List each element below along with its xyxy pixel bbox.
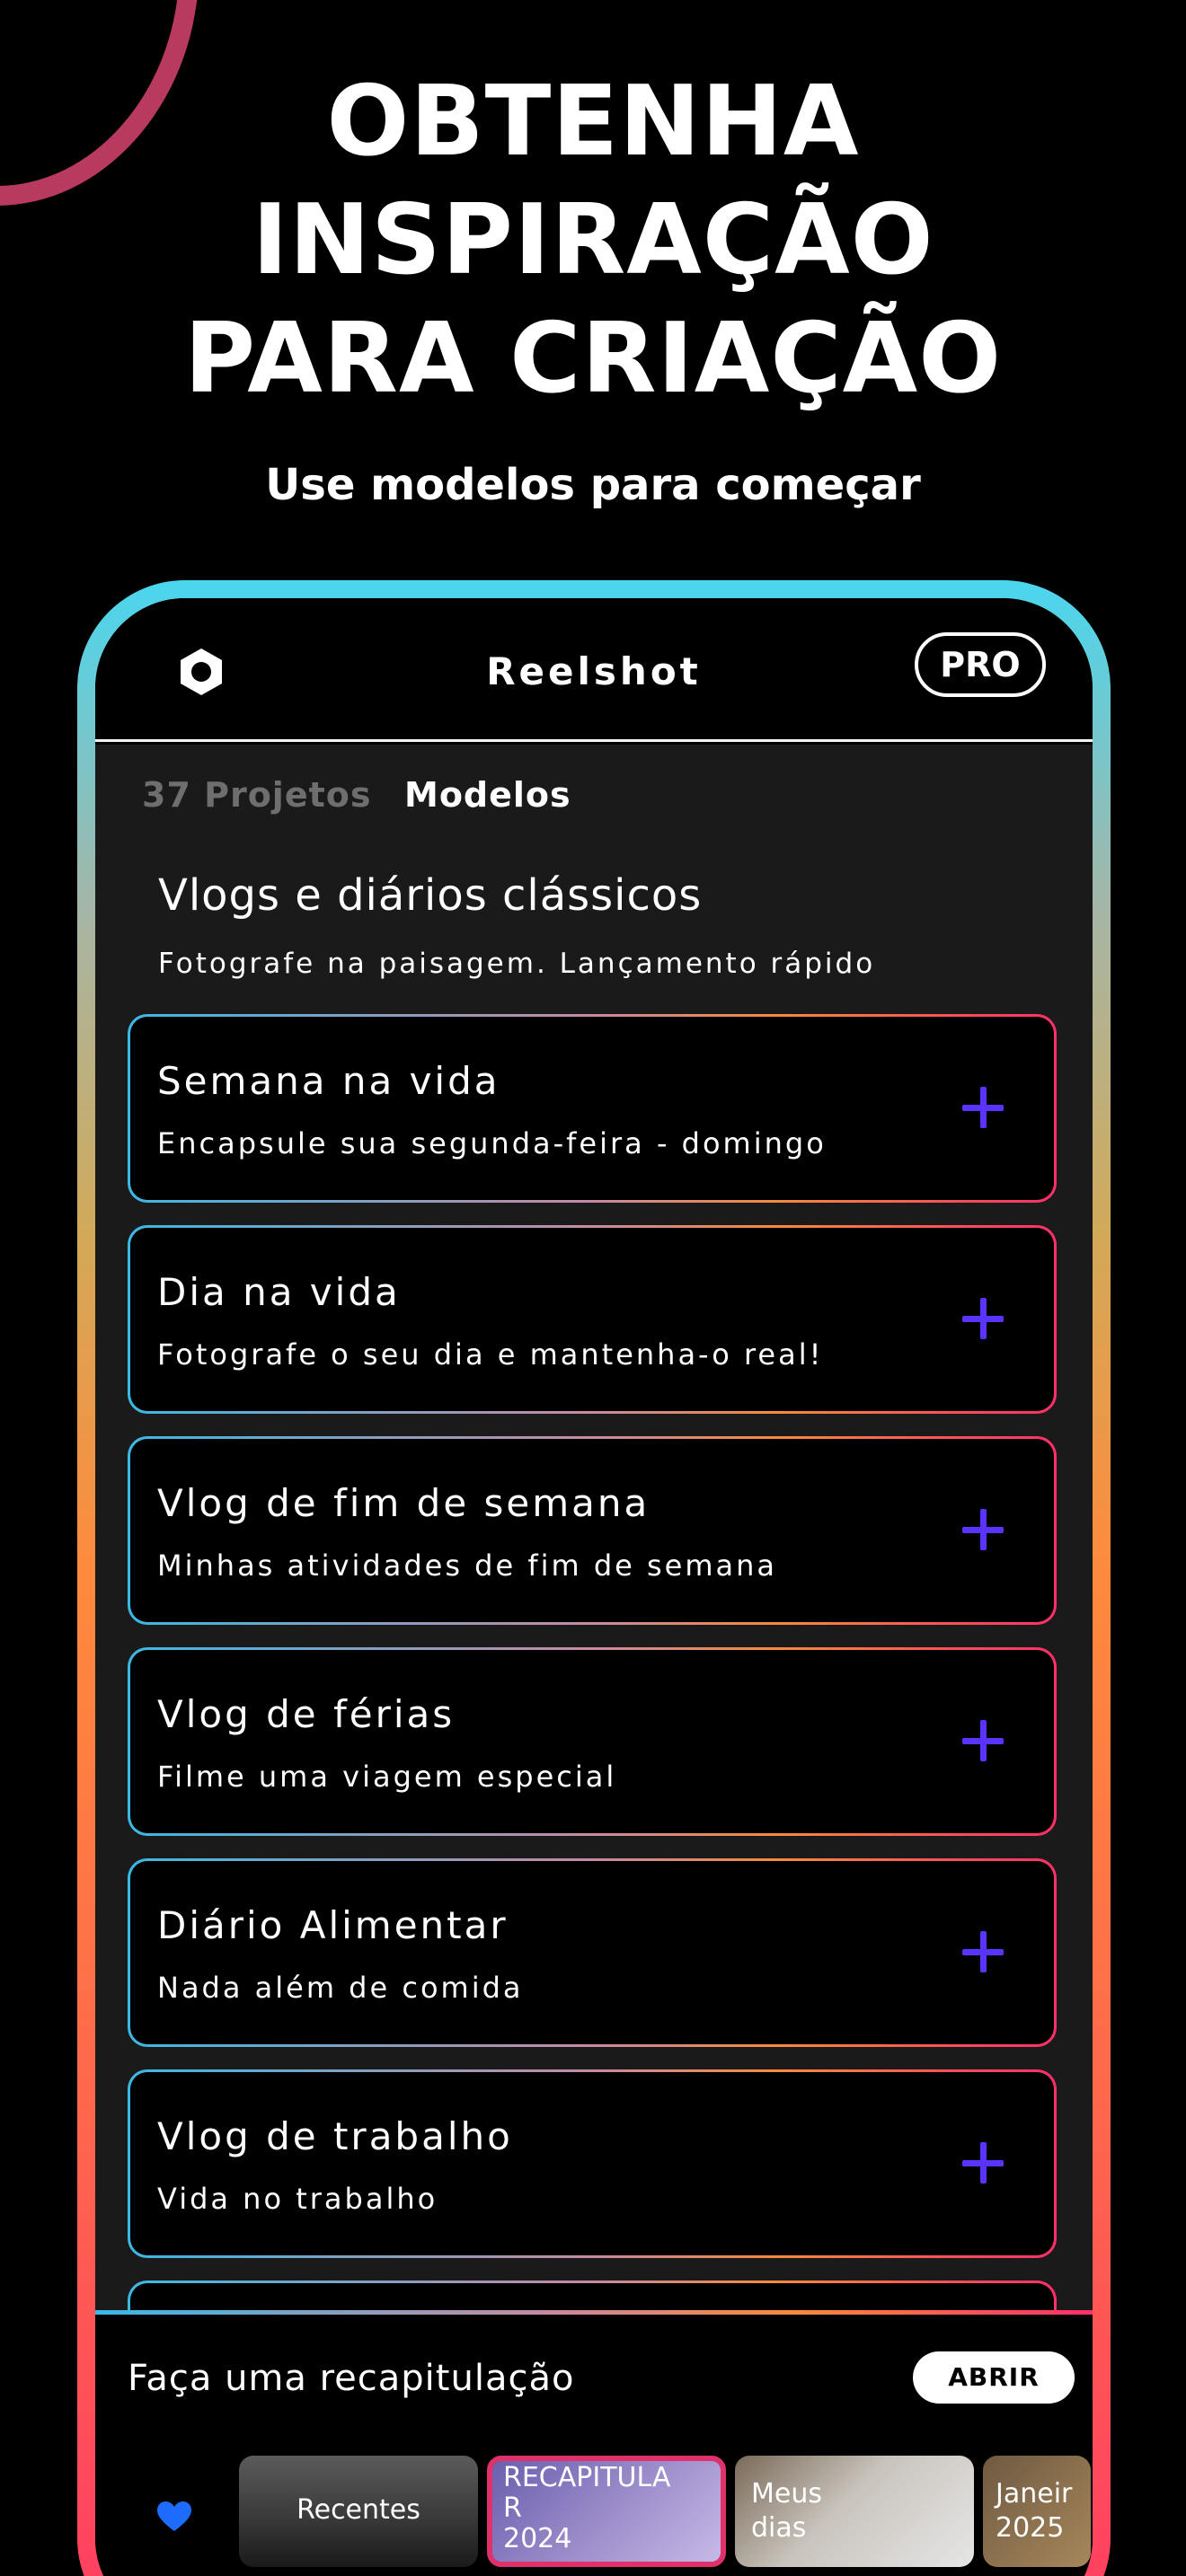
phone-screen: Reelshot PRO 37 Projetos Modelos Vlogs e… <box>95 598 1093 2576</box>
section-description: Fotografe na paisagem. Lançamento rápido <box>158 948 876 980</box>
plus-icon[interactable] <box>962 1720 1004 1761</box>
phone-frame: Reelshot PRO 37 Projetos Modelos Vlogs e… <box>77 580 1111 2576</box>
recap-title: Faça uma recapitulação <box>128 2358 575 2399</box>
pro-button[interactable]: PRO <box>915 632 1046 697</box>
section-title: Vlogs e diários clássicos <box>158 870 703 921</box>
tab-models[interactable]: Modelos <box>404 775 571 815</box>
template-card-vlog-fim-de-semana[interactable]: Vlog de fim de semana Minhas atividades … <box>128 1436 1057 1625</box>
album-recap-2024[interactable]: RECAPITULA R 2024 <box>487 2456 726 2567</box>
template-title: Vlog de férias <box>157 1692 456 1736</box>
template-description: Encapsule sua segunda-feira - domingo <box>157 1126 827 1160</box>
plus-icon[interactable] <box>962 1931 1004 1972</box>
plus-icon[interactable] <box>962 1087 1004 1128</box>
album-label: Janeir 2025 <box>996 2478 1073 2544</box>
template-description: Filme uma viagem especial <box>157 1760 617 1794</box>
recap-panel: Faça uma recapitulação ABRIR Recentes RE… <box>95 2310 1093 2576</box>
templates-content: 37 Projetos Modelos Vlogs e diários clás… <box>95 745 1093 2325</box>
template-card-semana-na-vida[interactable]: Semana na vida Encapsule sua segunda-fei… <box>128 1014 1057 1203</box>
template-card-dia-na-vida[interactable]: Dia na vida Fotografe o seu dia e manten… <box>128 1225 1057 1414</box>
album-janeiro-2025[interactable]: Janeir 2025 <box>983 2456 1091 2567</box>
divider <box>95 2310 1093 2315</box>
hero-title: OBTENHA INSPIRAÇÃO PARA CRIAÇÃO <box>183 66 1002 415</box>
plus-icon[interactable] <box>962 1509 1004 1550</box>
template-title: Semana na vida <box>157 1059 500 1103</box>
template-description: Fotografe o seu dia e mantenha-o real! <box>157 1337 824 1372</box>
plus-icon[interactable] <box>962 2142 1004 2183</box>
album-recentes[interactable]: Recentes <box>239 2456 478 2567</box>
template-card-vlog-de-trabalho[interactable]: Vlog de trabalho Vida no trabalho <box>128 2069 1057 2258</box>
album-label: Meus dias <box>751 2478 822 2544</box>
template-title: Vlog de fim de semana <box>157 1481 651 1525</box>
template-description: Nada além de comida <box>157 1971 524 2005</box>
template-card-vlog-de-ferias[interactable]: Vlog de férias Filme uma viagem especial <box>128 1647 1057 1836</box>
template-title: Diário Alimentar <box>157 1903 509 1947</box>
template-card-diario-alimentar[interactable]: Diário Alimentar Nada além de comida <box>128 1858 1057 2047</box>
open-button[interactable]: ABRIR <box>913 2351 1075 2404</box>
template-title: Vlog de trabalho <box>157 2114 513 2158</box>
app-header: Reelshot PRO <box>95 598 1093 742</box>
template-description: Minhas atividades de fim de semana <box>157 1548 778 1583</box>
album-meus-dias[interactable]: Meus dias <box>735 2456 974 2567</box>
heart-icon[interactable] <box>156 2501 192 2533</box>
template-description: Vida no trabalho <box>157 2182 438 2216</box>
plus-icon[interactable] <box>962 1298 1004 1339</box>
template-title: Dia na vida <box>157 1270 401 1314</box>
album-label: Recentes <box>296 2494 420 2526</box>
hero-subtitle: Use modelos para começar <box>265 460 921 510</box>
tab-projects[interactable]: 37 Projetos <box>142 775 372 815</box>
album-label: RECAPITULA R 2024 <box>503 2462 671 2554</box>
